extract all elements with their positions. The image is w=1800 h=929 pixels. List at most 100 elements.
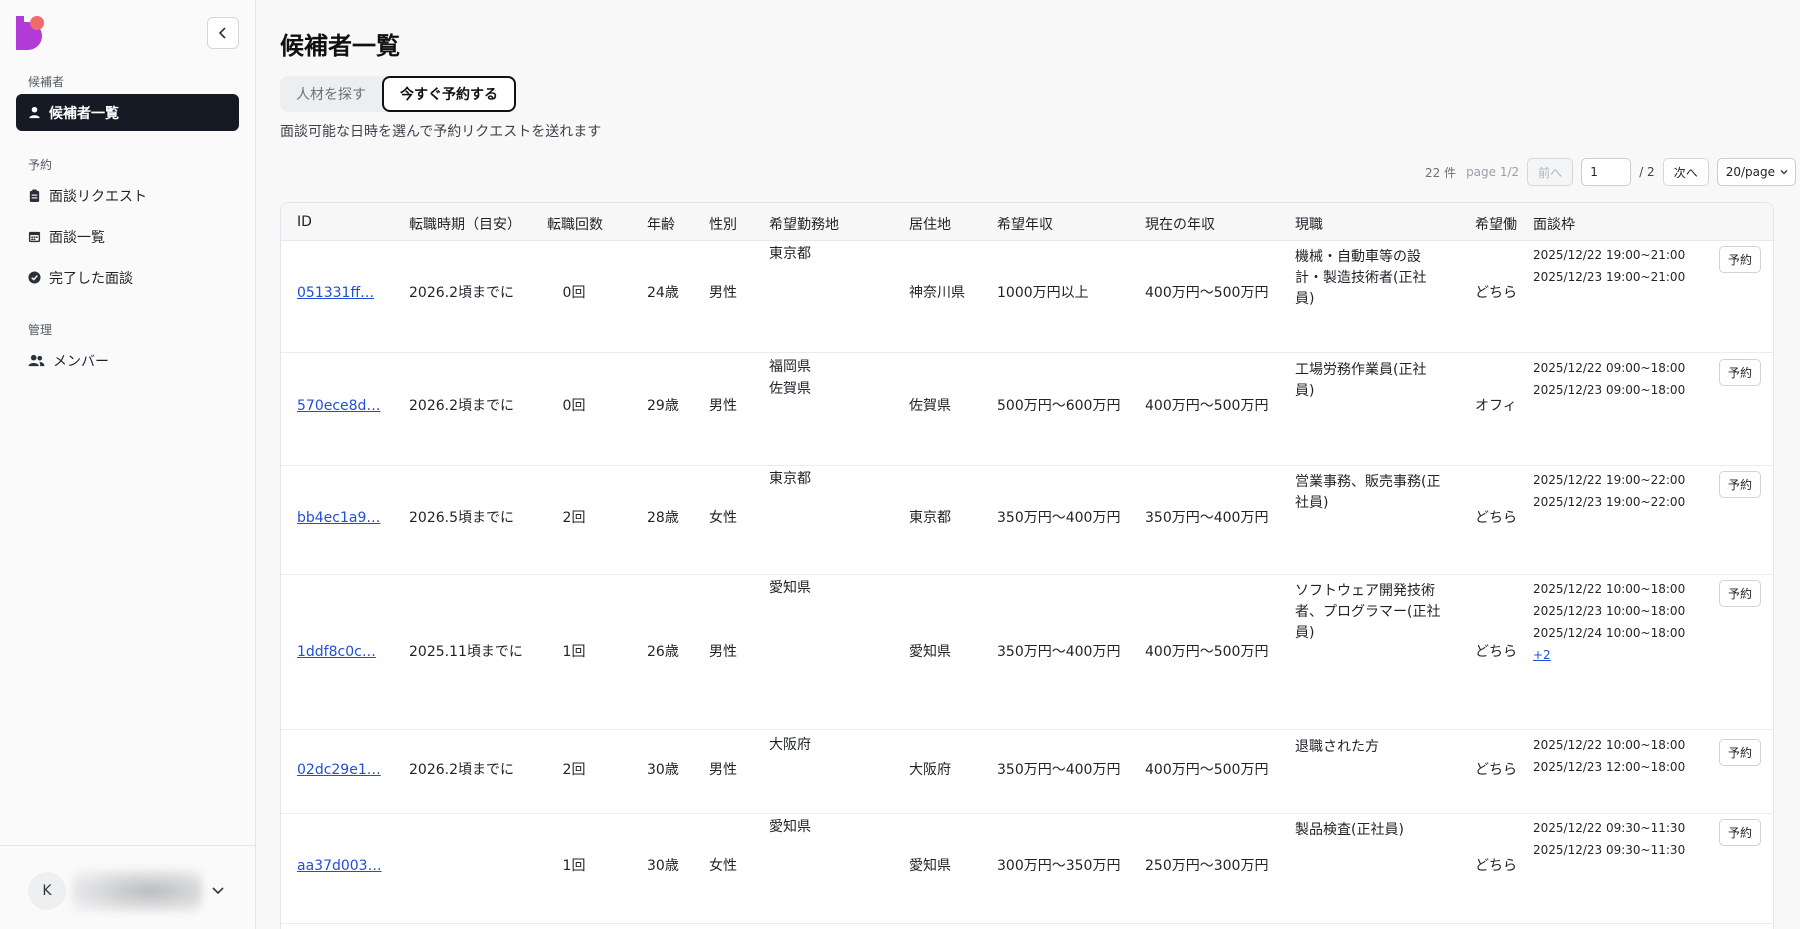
cell-pref-location: 東京都 <box>769 471 811 487</box>
cell-pref-salary: 350万円〜400万円 <box>997 644 1121 660</box>
interview-slots: 2025/12/22 09:30~11:30 2025/12/23 09:30~… <box>1533 817 1685 861</box>
cell-changes: 2回 <box>562 762 586 778</box>
sidebar-item-label: メンバー <box>53 353 109 370</box>
page-subtitle: 面談可能な日時を選んで予約リクエストを送れます <box>280 124 602 140</box>
people-icon <box>28 354 45 367</box>
cell-changes: 0回 <box>562 285 586 301</box>
candidate-id-link[interactable]: 1ddf8c0c… <box>297 642 376 663</box>
chevron-left-icon <box>218 27 226 39</box>
reserve-button[interactable]: 予約 <box>1719 359 1761 386</box>
app-logo[interactable] <box>16 16 44 50</box>
cell-current-job: ソフトウェア開発技術者、プログラマー(正社員) <box>1295 583 1441 641</box>
cell-current-salary: 400万円〜500万円 <box>1145 398 1269 414</box>
slot-item: 2025/12/23 09:30~11:30 <box>1533 843 1686 857</box>
column-header: 現在の年収 <box>1145 217 1215 233</box>
reserve-button[interactable]: 予約 <box>1719 739 1761 766</box>
sidebar-item-candidate-list[interactable]: 候補者一覧 <box>16 94 239 131</box>
table-row: bb4ec1a9… 2026.5頃までに 2回 28歳 女性 東京都 東京都 3… <box>281 466 1773 575</box>
page-info: page 1/2 <box>1466 165 1520 179</box>
table-header: ID 転職時期（目安） 転職回数 年齢 性別 希望勤務地 居住地 希望年収 現在… <box>281 203 1773 241</box>
sidebar-item-interview-requests[interactable]: 面談リクエスト <box>16 177 239 214</box>
cell-age: 30歳 <box>647 762 679 778</box>
cell-changes: 1回 <box>562 644 586 660</box>
candidate-id-link[interactable]: bb4ec1a9… <box>297 508 380 529</box>
cell-timing: 2026.2頃までに <box>409 285 514 301</box>
reserve-button[interactable]: 予約 <box>1719 246 1761 273</box>
interview-slots: 2025/12/22 19:00~22:00 2025/12/23 19:00~… <box>1533 469 1685 513</box>
page-number-input[interactable]: 1 <box>1581 158 1632 186</box>
nav-section-candidates: 候補者 <box>28 75 65 89</box>
candidate-id-link[interactable]: 051331ff… <box>297 283 374 304</box>
column-header: 希望年収 <box>997 217 1053 233</box>
column-header: 性別 <box>709 217 737 233</box>
slot-item: 2025/12/22 10:00~18:00 <box>1533 738 1686 752</box>
cell-work-style: どちら <box>1475 762 1517 778</box>
chevron-down-icon <box>1780 170 1788 175</box>
user-menu[interactable]: K <box>0 845 256 929</box>
check-circle-icon <box>28 271 41 284</box>
cell-residence: 愛知県 <box>909 858 951 874</box>
cell-current-job: 機械・自動車等の設計・製造技術者(正社員) <box>1295 249 1427 307</box>
reserve-button[interactable]: 予約 <box>1719 819 1761 846</box>
cell-work-style: どちら <box>1475 510 1517 526</box>
cell-current-salary: 400万円〜500万円 <box>1145 762 1269 778</box>
sidebar-item-label: 面談リクエスト <box>49 188 147 205</box>
column-header: 居住地 <box>909 217 951 233</box>
reserve-button[interactable]: 予約 <box>1719 471 1761 498</box>
cell-pref-location: 愛知県 <box>769 819 811 835</box>
cell-residence: 東京都 <box>909 510 951 526</box>
person-icon <box>29 106 40 119</box>
cell-pref-location: 大阪府 <box>769 737 811 753</box>
cell-residence: 愛知県 <box>909 644 951 660</box>
cell-work-style: どちら <box>1475 858 1517 874</box>
table-row: aa37d003… 1回 30歳 女性 愛知県 愛知県 300万円〜350万円 … <box>281 814 1773 924</box>
more-slots-link[interactable]: +2 <box>1533 644 1685 666</box>
tab-search-talent[interactable]: 人材を探す <box>280 76 382 112</box>
cell-residence: 佐賀県 <box>909 398 951 414</box>
interview-slots: 2025/12/22 10:00~18:00 2025/12/23 12:00~… <box>1533 734 1685 778</box>
cell-gender: 男性 <box>709 762 737 778</box>
slot-item: 2025/12/23 09:00~18:00 <box>1533 383 1686 397</box>
cell-pref-location: 佐賀県 <box>769 381 811 397</box>
column-header: 面談枠 <box>1533 217 1575 233</box>
cell-age: 24歳 <box>647 285 679 301</box>
cell-timing: 2025.11頃までに <box>409 644 523 660</box>
main-content: 候補者一覧 人材を探す 今すぐ予約する 面談可能な日時を選んで予約リクエストを送… <box>256 0 1800 929</box>
slot-item: 2025/12/23 10:00~18:00 <box>1533 604 1686 618</box>
sidebar-item-interview-list[interactable]: 面談一覧 <box>16 218 239 255</box>
cell-current-salary: 400万円〜500万円 <box>1145 285 1269 301</box>
cell-pref-salary: 350万円〜400万円 <box>997 510 1121 526</box>
reserve-button[interactable]: 予約 <box>1719 580 1761 607</box>
cell-current-job: 製品検査(正社員) <box>1295 822 1404 838</box>
cell-pref-salary: 300万円〜350万円 <box>997 858 1121 874</box>
cell-work-style: どちら <box>1475 644 1517 660</box>
cell-age: 26歳 <box>647 644 679 660</box>
cell-age: 29歳 <box>647 398 679 414</box>
result-count: 22 件 <box>1424 165 1457 180</box>
interview-slots: 2025/12/22 10:00~18:00 2025/12/23 10:00~… <box>1533 578 1685 666</box>
candidate-id-link[interactable]: 570ece8d… <box>297 396 380 417</box>
cell-residence: 神奈川県 <box>909 285 965 301</box>
interview-slots: 2025/12/22 19:00~21:00 2025/12/23 19:00~… <box>1533 244 1685 288</box>
sidebar-item-members[interactable]: メンバー <box>16 342 239 379</box>
cell-gender: 男性 <box>709 285 737 301</box>
next-page-button[interactable]: 次へ <box>1662 158 1709 186</box>
candidate-id-link[interactable]: 02dc29e1… <box>297 760 381 781</box>
sidebar-item-label: 面談一覧 <box>49 229 105 246</box>
cell-timing: 2026.5頃までに <box>409 510 514 526</box>
chevron-down-icon[interactable] <box>210 882 226 898</box>
sidebar-item-completed-interviews[interactable]: 完了した面談 <box>16 259 239 296</box>
page-size-value: 20/page <box>1725 165 1775 179</box>
cell-pref-salary: 1000万円以上 <box>997 285 1089 301</box>
candidate-table: ID 転職時期（目安） 転職回数 年齢 性別 希望勤務地 居住地 希望年収 現在… <box>280 202 1774 929</box>
candidate-id-link[interactable]: aa37d003… <box>297 856 382 877</box>
cell-current-salary: 250万円〜300万円 <box>1145 858 1269 874</box>
page-size-select[interactable]: 20/page <box>1716 158 1796 186</box>
cell-pref-salary: 500万円〜600万円 <box>997 398 1121 414</box>
tab-book-now[interactable]: 今すぐ予約する <box>382 76 516 112</box>
slot-item: 2025/12/22 09:30~11:30 <box>1533 821 1686 835</box>
prev-page-button[interactable]: 前へ <box>1527 158 1574 186</box>
sidebar-collapse-button[interactable] <box>207 17 239 49</box>
slot-item: 2025/12/23 12:00~18:00 <box>1533 760 1686 774</box>
cell-residence: 大阪府 <box>909 762 951 778</box>
